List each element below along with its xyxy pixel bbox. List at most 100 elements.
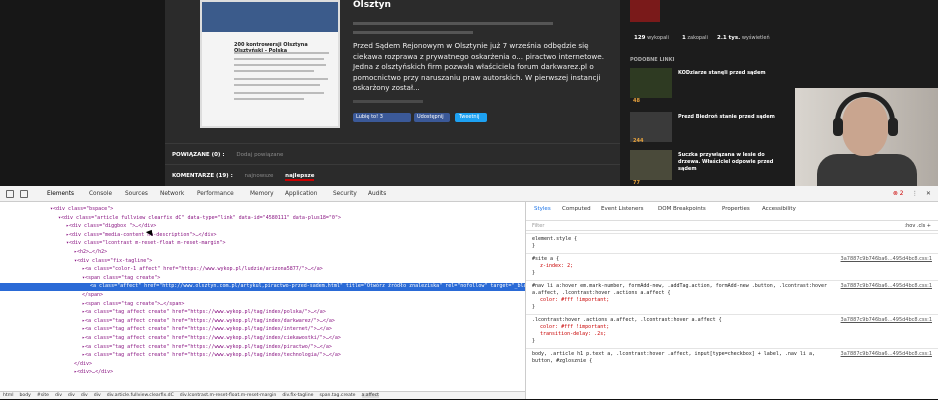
tab-memory[interactable]: Memory	[250, 186, 274, 202]
like-button[interactable]: Lubię to! 3	[353, 113, 411, 122]
device-toolbar-icon[interactable]	[20, 190, 28, 198]
add-related-link[interactable]: Dodaj powiązane	[236, 152, 283, 158]
dom-node[interactable]: </div>	[0, 361, 525, 369]
breadcrumb-item[interactable]: div	[68, 393, 75, 398]
inspect-element-icon[interactable]	[6, 190, 14, 198]
breadcrumb-item[interactable]: div.article.fullview.clearfix.dC	[107, 393, 174, 398]
devtools-tabbar: Elements Console Sources Network Perform…	[0, 186, 938, 204]
dom-node[interactable]: ▸<div>…</div>	[0, 369, 525, 377]
dom-node[interactable]: ▾<div class="fix-tagline">	[0, 258, 525, 266]
tab-performance[interactable]: Performance	[197, 186, 234, 202]
webcam-overlay	[795, 88, 938, 186]
css-rule-end: }	[532, 338, 536, 344]
similar-link-item[interactable]: Suczka przywiązana w lesie do drzewa. Wł…	[630, 150, 790, 186]
share-button[interactable]: Udostępnij	[414, 113, 450, 122]
thumbnail-text-line	[234, 52, 329, 54]
css-declaration[interactable]: z-index: 2;	[540, 263, 573, 270]
dom-node[interactable]: ▸<a class="tag affect create" href="http…	[0, 309, 525, 317]
thumbnail-text-line	[234, 78, 328, 80]
breadcrumb-item[interactable]: body	[19, 393, 30, 398]
breadcrumb-item[interactable]: div	[81, 393, 88, 398]
breadcrumb-item[interactable]: a.affect	[361, 393, 379, 398]
css-source-link[interactable]: 3a7887c9b746ba6…495d4bc8.css:1	[841, 317, 932, 323]
tab-dom-breakpoints[interactable]: DOM Breakpoints	[658, 206, 706, 212]
elements-tree[interactable]: ▾<div class="bspace"> ▾<div class="articl…	[0, 202, 525, 391]
person-body	[817, 154, 917, 186]
tab-console[interactable]: Console	[89, 186, 112, 202]
dom-node[interactable]: ▸<div class="diggbox ">…</div>	[0, 223, 525, 231]
hov-cls-toggle[interactable]: :hov .cls +	[904, 221, 931, 232]
styles-filter-input[interactable]: Filter :hov .cls +	[526, 220, 938, 231]
tab-styles[interactable]: Styles	[534, 206, 551, 212]
tweet-button[interactable]: Tweetnij	[455, 113, 487, 122]
related-label: POWIĄZANE (0) :	[172, 152, 225, 158]
dom-breadcrumb[interactable]: html body #site div div div div div.article.ful…	[0, 391, 525, 399]
dom-node[interactable]: ▸<a class="tag affect create" href="http…	[0, 326, 525, 334]
sort-best[interactable]: najlepsze	[285, 173, 315, 181]
article-stats	[353, 98, 423, 103]
dom-node[interactable]: ▸<div class="media-content no-descriptio…	[0, 232, 525, 240]
comments-label: KOMENTARZE (19) :	[172, 173, 233, 179]
more-options-icon[interactable]: ⋮	[912, 186, 918, 202]
comments-row: KOMENTARZE (19) : najnowsze najlepsze	[165, 164, 620, 186]
dom-node[interactable]: ▾<div class="article fullview clearfix d…	[0, 215, 525, 223]
close-icon[interactable]: ✕	[926, 186, 931, 202]
error-count-badge[interactable]: ⊗ 2	[893, 186, 903, 202]
tab-network[interactable]: Network	[160, 186, 184, 202]
css-declaration[interactable]: color: #fff !important;	[540, 297, 609, 304]
tab-accessibility[interactable]: Accessibility	[762, 206, 796, 212]
similar-link-image[interactable]	[630, 150, 672, 180]
stat-dug: 129 wykopali	[634, 35, 669, 41]
css-source-link[interactable]: 3a7887c9b746ba6…495d4bc8.css:1	[841, 283, 932, 289]
tab-sources[interactable]: Sources	[125, 186, 148, 202]
tab-event-listeners[interactable]: Event Listeners	[601, 206, 644, 212]
css-selector[interactable]: .lcontrast:hover .actions a.affect, .lco…	[532, 317, 832, 324]
sort-newest[interactable]: najnowsze	[245, 173, 274, 179]
similar-links-title: PODOBNE LINKI	[630, 57, 675, 63]
css-source-link[interactable]: 3a7887c9b746ba6…495d4bc8.css:1	[841, 351, 932, 357]
breadcrumb-item[interactable]: div	[94, 393, 101, 398]
css-declaration[interactable]: color: #fff !important;	[540, 324, 609, 331]
dom-node[interactable]: ▸<span class="tag create">…</span>	[0, 301, 525, 309]
dom-node[interactable]: ▾<div class="bspace">	[0, 206, 525, 214]
dom-node[interactable]: ▾<span class="tag create">	[0, 275, 525, 283]
article-headline[interactable]: Olsztyn	[353, 0, 391, 10]
breadcrumb-item[interactable]: div	[55, 393, 62, 398]
related-row: POWIĄZANE (0) : Dodaj powiązane	[165, 143, 620, 165]
breadcrumb-item[interactable]: div.fix-tagline	[282, 393, 313, 398]
dom-node[interactable]: ▸<a class="tag affect create" href="http…	[0, 335, 525, 343]
thumbnail-text-line	[234, 98, 304, 100]
tab-properties[interactable]: Properties	[722, 206, 750, 212]
thumbnail-text-line	[234, 64, 326, 66]
dom-node-selected[interactable]: <a class="affect" href="http://www.olszt…	[0, 283, 525, 292]
css-selector[interactable]: #site a {	[532, 256, 832, 263]
stat-views: 2.1 tys. wyświetleń	[717, 35, 770, 41]
tab-computed[interactable]: Computed	[562, 206, 591, 212]
similar-link-item[interactable]: Prezd Biedroń stanie przed sądem 244	[630, 112, 790, 144]
tab-audits[interactable]: Audits	[368, 186, 386, 202]
article-thumbnail[interactable]: 200 kontrowersji Olsztyna Olsztyński - P…	[200, 0, 340, 128]
dom-node[interactable]: ▸<a class="tag affect create" href="http…	[0, 318, 525, 326]
dom-node[interactable]: ▾<div class="lcontrast m-reset-float m-r…	[0, 240, 525, 248]
thumbnail-text-line	[234, 92, 324, 94]
similar-link-image[interactable]	[630, 68, 672, 98]
css-source-link[interactable]: 3a7887c9b746ba6…495d4bc8.css:1	[841, 256, 932, 262]
css-selector[interactable]: element.style {	[532, 236, 832, 243]
dom-node[interactable]: ▸<a class="color-1 affect" href="https:/…	[0, 266, 525, 274]
breadcrumb-item[interactable]: html	[3, 393, 13, 398]
tab-security[interactable]: Security	[333, 186, 357, 202]
dom-node[interactable]: </span>	[0, 292, 525, 300]
breadcrumb-item[interactable]: #site	[37, 393, 49, 398]
breadcrumb-item[interactable]: div.lcontrast.m-reset-float.m-reset-marg…	[180, 393, 277, 398]
breadcrumb-item[interactable]: span.tag.create	[319, 393, 355, 398]
dom-node[interactable]: ▸<h2>…</h2>	[0, 249, 525, 257]
tab-application[interactable]: Application	[285, 186, 317, 202]
similar-link-item[interactable]: KODziarze stanęli przed sądem 48	[630, 68, 790, 104]
dom-node[interactable]: ▸<a class="tag affect create" href="http…	[0, 352, 525, 360]
css-selector[interactable]: #nav li a:hover em.mark-number, formAdd-…	[532, 283, 832, 297]
thumbnail-header-bar	[202, 2, 338, 32]
user-avatar[interactable]	[630, 0, 660, 22]
css-declaration[interactable]: transition-delay: .2s;	[540, 331, 606, 338]
dom-node[interactable]: ▸<a class="tag affect create" href="http…	[0, 344, 525, 352]
css-selector[interactable]: body, .article h1 p.text a, .lcontrast:h…	[532, 351, 832, 365]
